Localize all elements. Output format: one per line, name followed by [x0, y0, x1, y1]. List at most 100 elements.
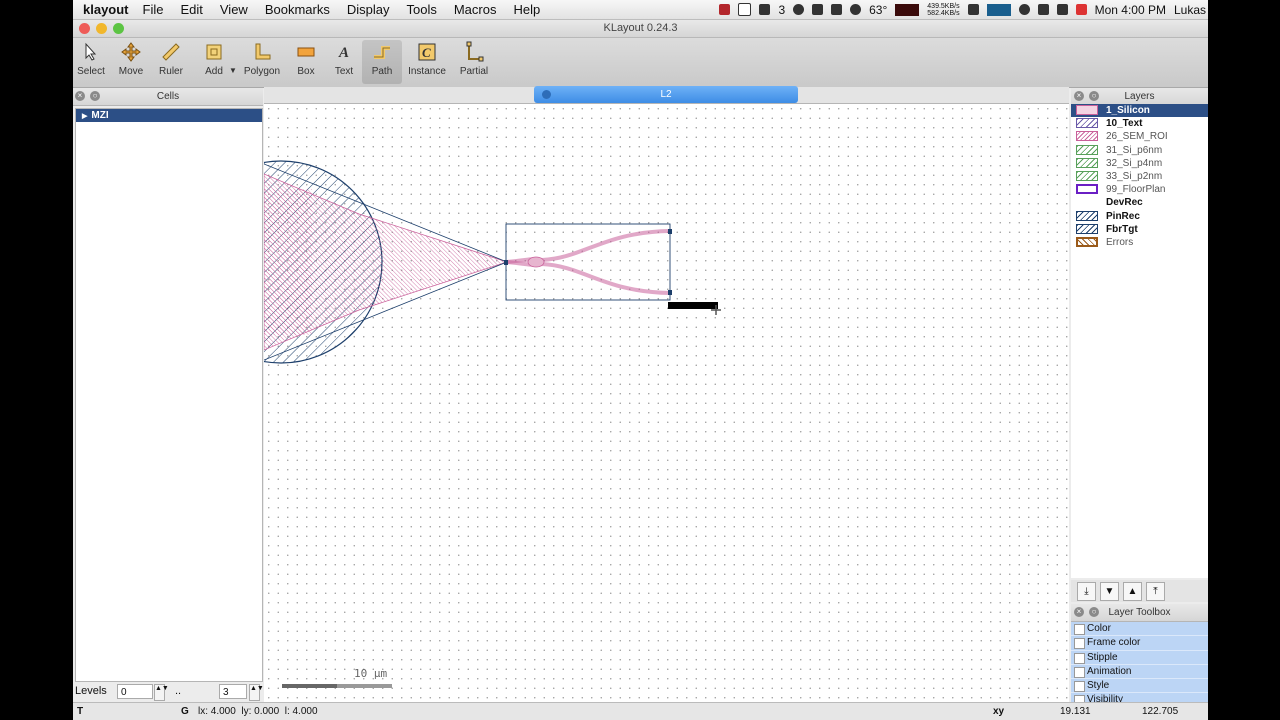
zoom-window-icon[interactable]	[113, 23, 124, 34]
memory-meter-icon[interactable]	[986, 3, 1011, 16]
toolbox-frame-color[interactable]: Frame color	[1071, 636, 1208, 651]
time-machine-icon[interactable]	[1018, 4, 1030, 15]
text-tool-button[interactable]: A Text	[324, 40, 364, 84]
close-icon[interactable]: ×	[1074, 607, 1084, 617]
path-tool-button[interactable]: Path	[362, 40, 402, 84]
float-icon[interactable]: ○	[1089, 607, 1099, 617]
user-name[interactable]: Lukas	[1174, 3, 1206, 17]
layer-toolbox-title: Layer Toolbox	[1108, 607, 1171, 618]
layer-item[interactable]: PinRec	[1071, 210, 1208, 223]
menu-help[interactable]: Help	[513, 2, 540, 17]
move-up-icon[interactable]: ▲	[1123, 582, 1142, 601]
flag-icon[interactable]	[1075, 4, 1087, 15]
app-menu[interactable]: klayout	[83, 2, 129, 17]
checkbox[interactable]	[1074, 638, 1085, 650]
chevron-down-icon[interactable]: ▼	[229, 66, 237, 75]
pin-marker[interactable]	[668, 229, 672, 234]
bluetooth-icon[interactable]	[831, 4, 843, 15]
y-branch-upper[interactable]	[506, 229, 671, 264]
drawn-path[interactable]	[668, 302, 718, 309]
checkbox[interactable]	[1074, 681, 1085, 693]
toolbox-animation[interactable]: Animation	[1071, 664, 1208, 680]
move-top-icon[interactable]: ⤒	[1146, 582, 1165, 601]
close-tab-icon[interactable]	[542, 90, 551, 99]
alert-icon[interactable]	[793, 4, 805, 15]
menu-bookmarks[interactable]: Bookmarks	[265, 2, 330, 17]
layer-item[interactable]: DevRec	[1071, 196, 1208, 209]
notification-count[interactable]: 3	[778, 3, 785, 17]
wheel-icon[interactable]	[850, 4, 862, 15]
cpu-meter-icon[interactable]	[895, 3, 920, 16]
menu-file[interactable]: File	[143, 2, 164, 17]
layer-item[interactable]: 1_Silicon	[1071, 104, 1208, 118]
window-title: KLayout 0.24.3	[603, 22, 678, 34]
close-window-icon[interactable]	[79, 23, 90, 34]
menu-display[interactable]: Display	[347, 2, 390, 17]
toolbox-stipple[interactable]: Stipple	[1071, 650, 1208, 665]
y-branch-lower[interactable]	[506, 260, 671, 295]
layer-item[interactable]: 10_Text	[1071, 117, 1208, 130]
ruler-tool-button[interactable]: Ruler	[151, 40, 191, 84]
layer-item[interactable]: 99_FloorPlan	[1071, 183, 1208, 196]
add-tool-button[interactable]: Add ▼	[194, 40, 237, 84]
stepper-icon[interactable]: ▲▼	[154, 684, 169, 701]
layer-toolbox-header: × ○ Layer Toolbox	[1071, 604, 1208, 622]
partial-tool-button[interactable]: Partial	[454, 40, 494, 84]
layer-list[interactable]: 1_Silicon 10_Text 26_SEM_ROI 31_Si_p6nm …	[1071, 104, 1208, 578]
layer-swatch-icon	[1076, 184, 1098, 195]
tool-label: Ruler	[159, 66, 183, 77]
record-icon[interactable]	[719, 4, 731, 15]
view-tab-l2[interactable]: L2	[534, 86, 798, 103]
dropbox-icon[interactable]	[759, 4, 771, 15]
clock[interactable]: Mon 4:00 PM	[1095, 3, 1166, 17]
toolbox-style[interactable]: Style	[1071, 679, 1208, 694]
minimize-window-icon[interactable]	[96, 23, 107, 34]
close-icon[interactable]: ×	[75, 91, 85, 101]
layout-canvas[interactable]: 10 µm	[264, 104, 1069, 702]
grating-region[interactable]	[264, 189, 312, 335]
layer-item[interactable]: 32_Si_p4nm	[1071, 157, 1208, 170]
float-icon[interactable]: ○	[90, 91, 100, 101]
levels-to-input[interactable]: 3	[219, 684, 247, 699]
menu-tools[interactable]: Tools	[406, 2, 436, 17]
layer-item[interactable]: Errors	[1071, 236, 1208, 249]
disk-icon[interactable]	[967, 4, 979, 15]
checkbox[interactable]	[1074, 666, 1085, 678]
levels-from-input[interactable]: 0	[117, 684, 153, 699]
expand-icon[interactable]: ▶	[82, 113, 87, 120]
move-tool-button[interactable]: Move	[111, 40, 151, 84]
menu-macros[interactable]: Macros	[454, 2, 497, 17]
box-tool-button[interactable]: Box	[286, 40, 326, 84]
evernote-icon[interactable]	[812, 4, 824, 15]
volume-icon[interactable]	[1037, 4, 1049, 15]
close-icon[interactable]: ×	[1074, 91, 1084, 101]
layer-item[interactable]: 26_SEM_ROI	[1071, 130, 1208, 143]
layer-name: 26_SEM_ROI	[1106, 131, 1168, 143]
toolbox-color[interactable]: Color	[1071, 622, 1208, 637]
move-bottom-icon[interactable]: ⤓	[1077, 582, 1096, 601]
checkbox[interactable]	[1074, 624, 1085, 635]
tool-label: Instance	[408, 66, 446, 77]
select-tool-button[interactable]: Select	[73, 40, 111, 84]
tool-label: Box	[297, 66, 315, 77]
pin-marker[interactable]	[668, 290, 672, 295]
network-speed[interactable]: 439.5KB/s 582.4KB/s	[927, 3, 959, 17]
check-icon[interactable]	[738, 3, 752, 16]
cell-tree[interactable]: ▶ MZI	[75, 108, 263, 682]
layer-item[interactable]: 33_Si_p2nm	[1071, 170, 1208, 183]
y-branch-junction[interactable]	[527, 256, 545, 268]
float-icon[interactable]: ○	[1089, 91, 1099, 101]
move-down-icon[interactable]: ▼	[1100, 582, 1119, 601]
pin-marker[interactable]	[504, 260, 508, 265]
layer-item[interactable]: FbrTgt	[1071, 223, 1208, 236]
stepper-icon[interactable]: ▲▼	[249, 684, 264, 701]
polygon-tool-button[interactable]: Polygon	[242, 40, 282, 84]
wifi-icon[interactable]	[1056, 4, 1068, 15]
instance-tool-button[interactable]: C Instance	[407, 40, 447, 84]
menu-view[interactable]: View	[220, 2, 248, 17]
cell-item[interactable]: ▶ MZI	[76, 109, 262, 122]
layer-item[interactable]: 31_Si_p6nm	[1071, 144, 1208, 157]
temperature[interactable]: 63°	[869, 3, 887, 17]
menu-edit[interactable]: Edit	[180, 2, 202, 17]
checkbox[interactable]	[1074, 652, 1085, 664]
